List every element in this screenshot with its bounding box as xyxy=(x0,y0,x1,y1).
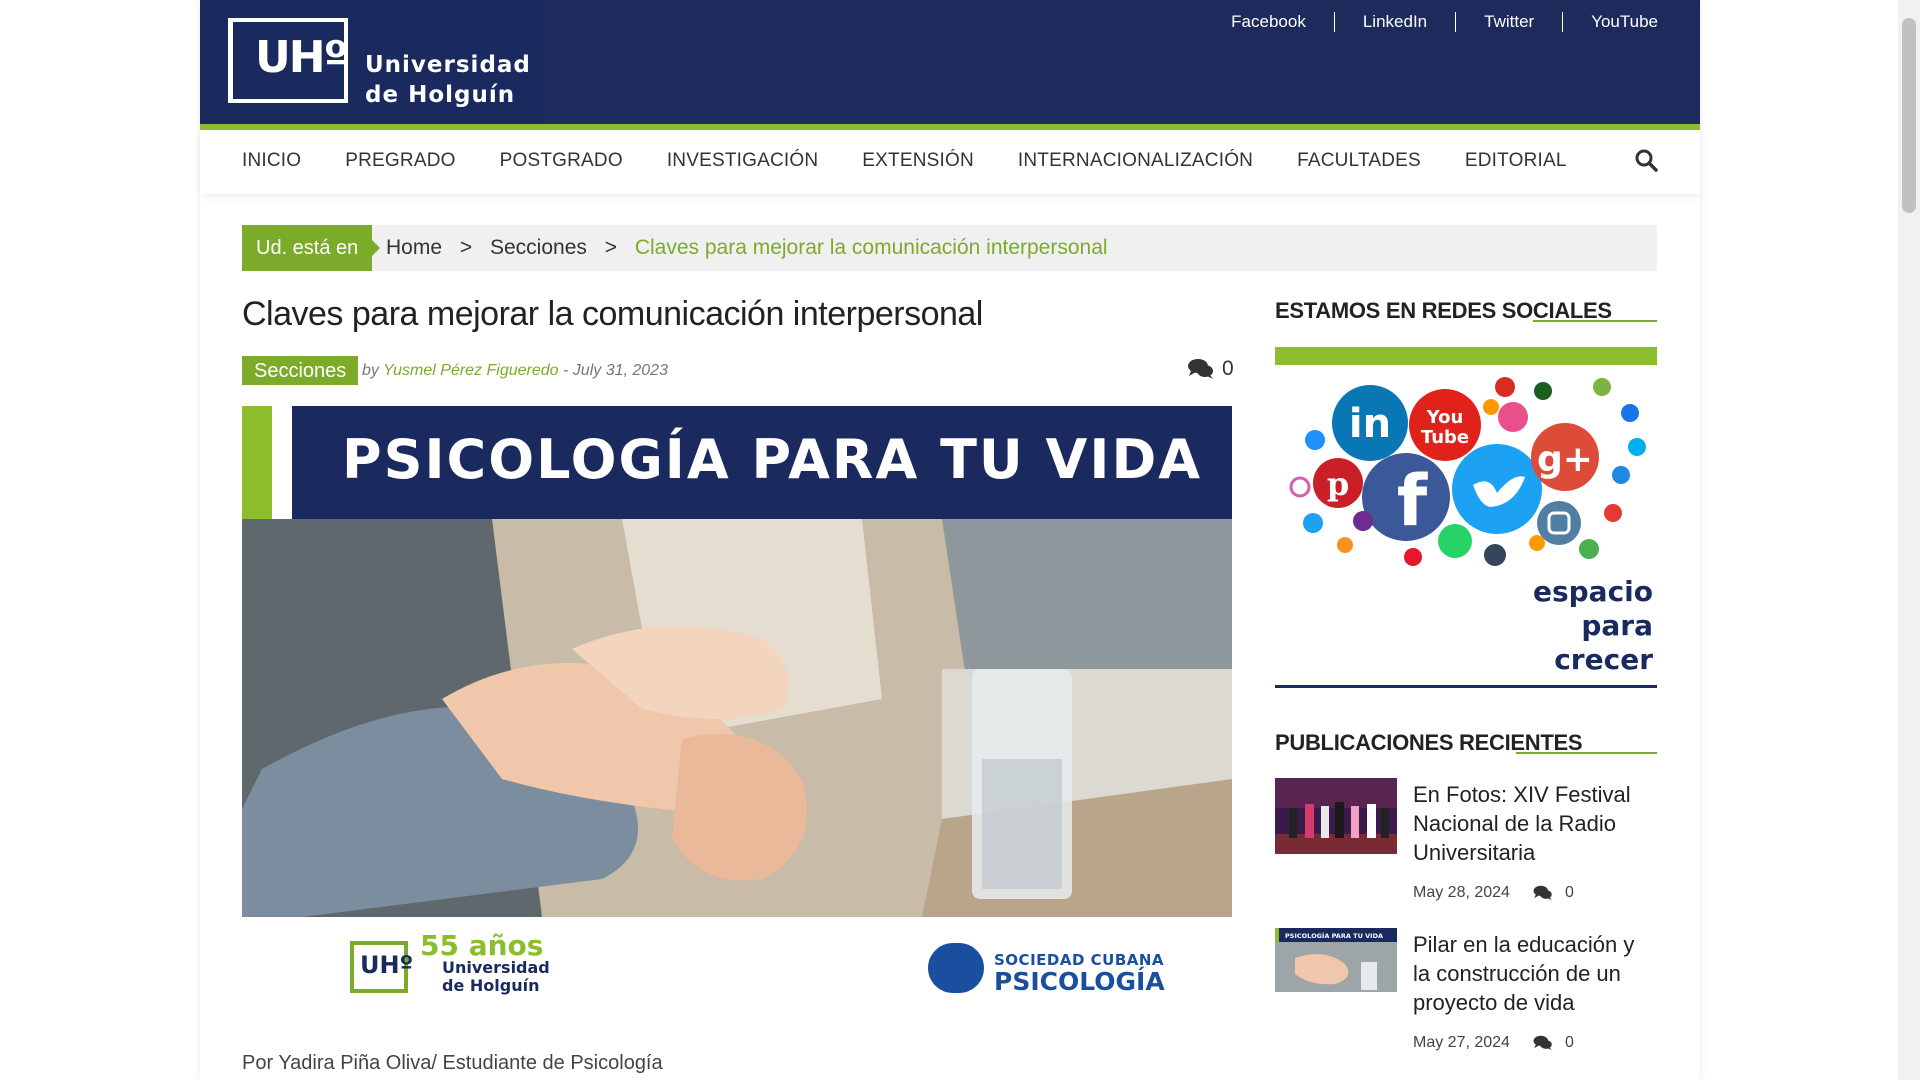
scp-name-bottom: PSICOLOGÍA xyxy=(994,967,1165,996)
thumb-banner-text: PSICOLOGÍA PARA TU VIDA xyxy=(1285,931,1383,940)
svg-text:f: f xyxy=(1397,460,1429,542)
category-badge[interactable]: Secciones xyxy=(242,356,359,385)
hands-illustration xyxy=(242,519,1232,917)
comment-count-value: 0 xyxy=(1222,357,1234,380)
social-links: Facebook LinkedIn Twitter YouTube xyxy=(1203,12,1658,32)
page-scrollbar[interactable] xyxy=(1898,0,1920,1080)
nav-pregrado[interactable]: PREGRADO xyxy=(345,150,455,172)
breadcrumb-separator: > xyxy=(459,236,473,259)
post-comment-count[interactable]: 0 xyxy=(1533,884,1574,902)
post-title[interactable]: Pilar en la educación y la construcción … xyxy=(1413,930,1657,1017)
social-networks-image[interactable]: in You Tube p f g+ espacio para crecer xyxy=(1275,365,1657,687)
nav-investigacion[interactable]: INVESTIGACIÓN xyxy=(667,150,818,172)
logo-text: Universidad de Holguín xyxy=(365,52,531,108)
svg-text:Tube: Tube xyxy=(1421,427,1469,448)
comment-count[interactable]: 0 xyxy=(1188,357,1234,381)
article-byline: Por Yadira Piña Oliva/ Estudiante de Psi… xyxy=(242,1052,663,1074)
site-logo[interactable]: UHº Universidad de Holguín xyxy=(200,0,543,124)
social-divider xyxy=(1275,685,1657,688)
hero-logos: UHº 55 años Universidad de Holguín SOCIE… xyxy=(242,917,1232,1011)
breadcrumb-home[interactable]: Home xyxy=(386,236,442,259)
svg-text:You: You xyxy=(1426,407,1464,428)
svg-text:in: in xyxy=(1349,401,1391,447)
linkedin-link[interactable]: LinkedIn xyxy=(1333,12,1455,32)
post-comment-count[interactable]: 0 xyxy=(1533,1034,1574,1052)
main-nav: INICIO PREGRADO POSTGRADO INVESTIGACIÓN … xyxy=(200,130,1700,194)
heading-underline xyxy=(1533,320,1657,322)
breadcrumb: Ud. está en Home > Secciones > Claves pa… xyxy=(242,225,1657,271)
breadcrumb-tag: Ud. está en xyxy=(242,225,381,271)
social-caption: espacio para crecer xyxy=(1532,575,1653,676)
social-accent-bar xyxy=(1275,347,1657,365)
heading-underline xyxy=(1516,752,1657,754)
uho-logo-mark: UHº xyxy=(350,941,413,993)
hero-photo xyxy=(242,519,1232,917)
post-thumbnail[interactable] xyxy=(1275,778,1397,854)
scp-logo-icon xyxy=(928,943,984,993)
social-icons-cluster: in You Tube p f g+ xyxy=(1289,377,1646,566)
post-date: May 28, 2024 xyxy=(1413,884,1510,901)
scrollbar-thumb[interactable] xyxy=(1902,18,1916,213)
nav-postgrado[interactable]: POSTGRADO xyxy=(500,150,623,172)
logo-mark: UHº xyxy=(228,18,348,103)
svg-text:p: p xyxy=(1327,465,1349,503)
breadcrumb-secciones[interactable]: Secciones xyxy=(490,236,587,259)
featured-image: PSICOLOGÍA PARA TU VIDA UHº 55 años Univ… xyxy=(242,406,1232,1011)
youtube-link[interactable]: YouTube xyxy=(1562,12,1658,32)
uho-name: Universidad de Holguín xyxy=(442,958,550,995)
comments-icon xyxy=(1188,359,1213,379)
article-meta: by Yusmel Pérez Figueredo - July 31, 202… xyxy=(362,362,668,380)
header-bar: UHº Universidad de Holguín Facebook Link… xyxy=(200,0,1700,124)
nav-inicio[interactable]: INICIO xyxy=(242,150,301,172)
breadcrumb-separator: > xyxy=(604,236,617,259)
page: UHº Universidad de Holguín Facebook Link… xyxy=(200,0,1700,1080)
nav-editorial[interactable]: EDITORIAL xyxy=(1465,150,1567,172)
nav-facultades[interactable]: FACULTADES xyxy=(1297,150,1421,172)
post-title[interactable]: En Fotos: XIV Festival Nacional de la Ra… xyxy=(1413,780,1657,867)
svg-text:g+: g+ xyxy=(1537,439,1593,480)
article-title: Claves para mejorar la comunicación inte… xyxy=(242,295,983,333)
author-link[interactable]: Yusmel Pérez Figueredo xyxy=(383,362,559,379)
hero-banner-text: PSICOLOGÍA PARA TU VIDA xyxy=(342,428,1203,491)
nav-extension[interactable]: EXTENSIÓN xyxy=(862,150,974,172)
article-date: - July 31, 2023 xyxy=(563,362,668,379)
comments-icon xyxy=(1533,885,1552,901)
nav-internacionalizacion[interactable]: INTERNACIONALIZACIÓN xyxy=(1018,150,1253,172)
by-label: by xyxy=(362,362,379,379)
post-thumbnail[interactable]: PSICOLOGÍA PARA TU VIDA xyxy=(1275,928,1397,1004)
hero-banner: PSICOLOGÍA PARA TU VIDA xyxy=(242,406,1232,519)
comments-icon xyxy=(1533,1035,1552,1051)
search-icon[interactable] xyxy=(1634,148,1658,172)
breadcrumb-current: Claves para mejorar la comunicación inte… xyxy=(634,236,1108,259)
post-date: May 27, 2024 xyxy=(1413,1034,1510,1051)
facebook-link[interactable]: Facebook xyxy=(1203,12,1334,32)
twitter-link[interactable]: Twitter xyxy=(1455,12,1562,32)
